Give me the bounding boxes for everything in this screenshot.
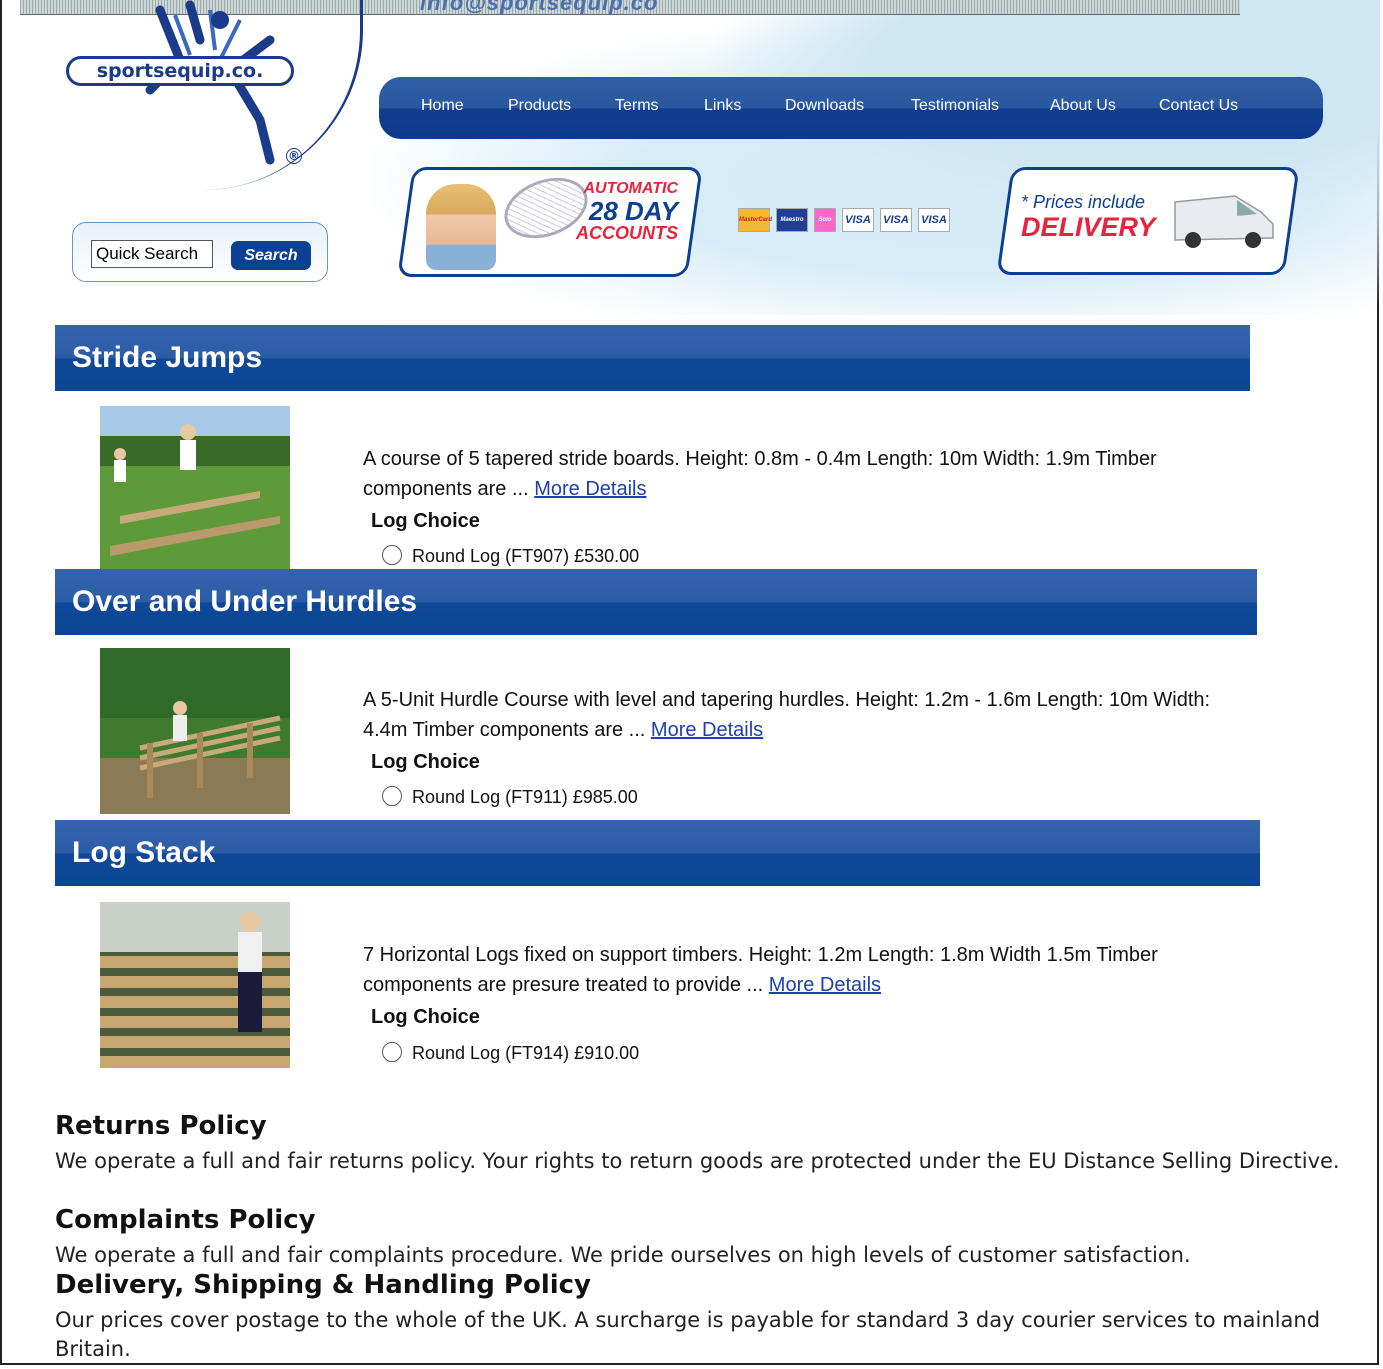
accounts-line3: ACCOUNTS	[576, 223, 678, 243]
solo-icon: Solo	[814, 208, 836, 232]
product-description: A course of 5 tapered stride boards. Hei…	[363, 444, 1243, 504]
accounts-line1: AUTOMATIC	[583, 180, 678, 197]
log-stack-image[interactable]	[100, 902, 290, 1068]
nav-terms[interactable]: Terms	[615, 97, 659, 115]
nav-home[interactable]: Home	[421, 97, 464, 115]
nav-contact-us[interactable]: Contact Us	[1159, 97, 1238, 115]
log-choice-label: Log Choice	[371, 751, 480, 773]
product-description: 7 Horizontal Logs fixed on support timbe…	[363, 940, 1243, 1000]
log-option[interactable]: Round Log (FT914) £910.00	[382, 1042, 639, 1064]
header-email: info@sportsequip.co	[420, 0, 659, 15]
description-text: A course of 5 tapered stride boards. Hei…	[363, 448, 1157, 500]
more-details-link[interactable]: More Details	[769, 974, 881, 996]
visa-debit-icon: VISA	[880, 208, 912, 232]
product-description: A 5-Unit Hurdle Course with level and ta…	[363, 685, 1243, 745]
nav-links[interactable]: Links	[704, 97, 741, 115]
stride-jumps-image[interactable]	[100, 406, 290, 572]
search-button[interactable]: Search	[231, 241, 311, 270]
nav-downloads[interactable]: Downloads	[785, 97, 864, 115]
logo[interactable]: sportsequip.co.	[66, 56, 294, 86]
complaints-policy-text: We operate a full and fair complaints pr…	[55, 1243, 1191, 1267]
more-details-link[interactable]: More Details	[534, 478, 646, 500]
delivery-policy-heading: Delivery, Shipping & Handling Policy	[55, 1270, 592, 1300]
option-label: Round Log (FT911) £985.00	[412, 787, 638, 807]
visa-icon: VISA	[842, 208, 874, 232]
description-text: 7 Horizontal Logs fixed on support timbe…	[363, 944, 1158, 996]
hurdles-image[interactable]	[100, 648, 290, 814]
quick-search-panel: Search	[72, 222, 328, 282]
delivery-banner-text: * Prices include DELIVERY	[1021, 192, 1156, 242]
delivery-policy-text: Our prices cover postage to the whole of…	[55, 1308, 1321, 1361]
returns-policy-heading: Returns Policy	[55, 1111, 267, 1141]
visa-electron-icon: VISA	[918, 208, 950, 232]
main-nav: Home Products Terms Links Downloads Test…	[379, 77, 1323, 139]
registered-mark: ®	[286, 148, 302, 164]
search-input[interactable]	[91, 240, 213, 268]
maestro-icon: Maestro	[776, 208, 808, 232]
product-title-over-under-hurdles: Over and Under Hurdles	[55, 569, 1257, 635]
radio-button[interactable]	[382, 545, 402, 565]
option-label: Round Log (FT907) £530.00	[412, 546, 640, 566]
delivery-banner[interactable]: * Prices include DELIVERY	[996, 167, 1300, 275]
complaints-policy-heading: Complaints Policy	[55, 1205, 316, 1235]
more-details-link[interactable]: More Details	[651, 719, 763, 741]
accounts-banner[interactable]: AUTOMATIC 28 DAY ACCOUNTS	[397, 167, 703, 277]
delivery-line2: DELIVERY	[1021, 212, 1156, 242]
radio-button[interactable]	[382, 786, 402, 806]
girl-with-racket-image	[426, 184, 496, 270]
mastercard-icon: MasterCard	[738, 208, 772, 232]
nav-testimonials[interactable]: Testimonials	[911, 97, 999, 115]
log-choice-label: Log Choice	[371, 1006, 480, 1028]
description-text: A 5-Unit Hurdle Course with level and ta…	[363, 689, 1211, 741]
delivery-line1: * Prices include	[1021, 192, 1146, 212]
log-option[interactable]: Round Log (FT907) £530.00	[382, 545, 639, 567]
returns-policy-text: We operate a full and fair returns polic…	[55, 1149, 1340, 1173]
accounts-banner-text: AUTOMATIC 28 DAY ACCOUNTS	[576, 180, 678, 243]
accounts-line2: 28 DAY	[588, 196, 678, 226]
nav-products[interactable]: Products	[508, 97, 571, 115]
option-label: Round Log (FT914) £910.00	[412, 1043, 640, 1063]
log-choice-label: Log Choice	[371, 510, 480, 532]
product-title-log-stack: Log Stack	[55, 820, 1260, 886]
log-option[interactable]: Round Log (FT911) £985.00	[382, 786, 638, 808]
nav-about-us[interactable]: About Us	[1050, 97, 1116, 115]
radio-button[interactable]	[382, 1042, 402, 1062]
delivery-van-icon	[1174, 195, 1274, 248]
product-title-stride-jumps: Stride Jumps	[55, 325, 1250, 391]
